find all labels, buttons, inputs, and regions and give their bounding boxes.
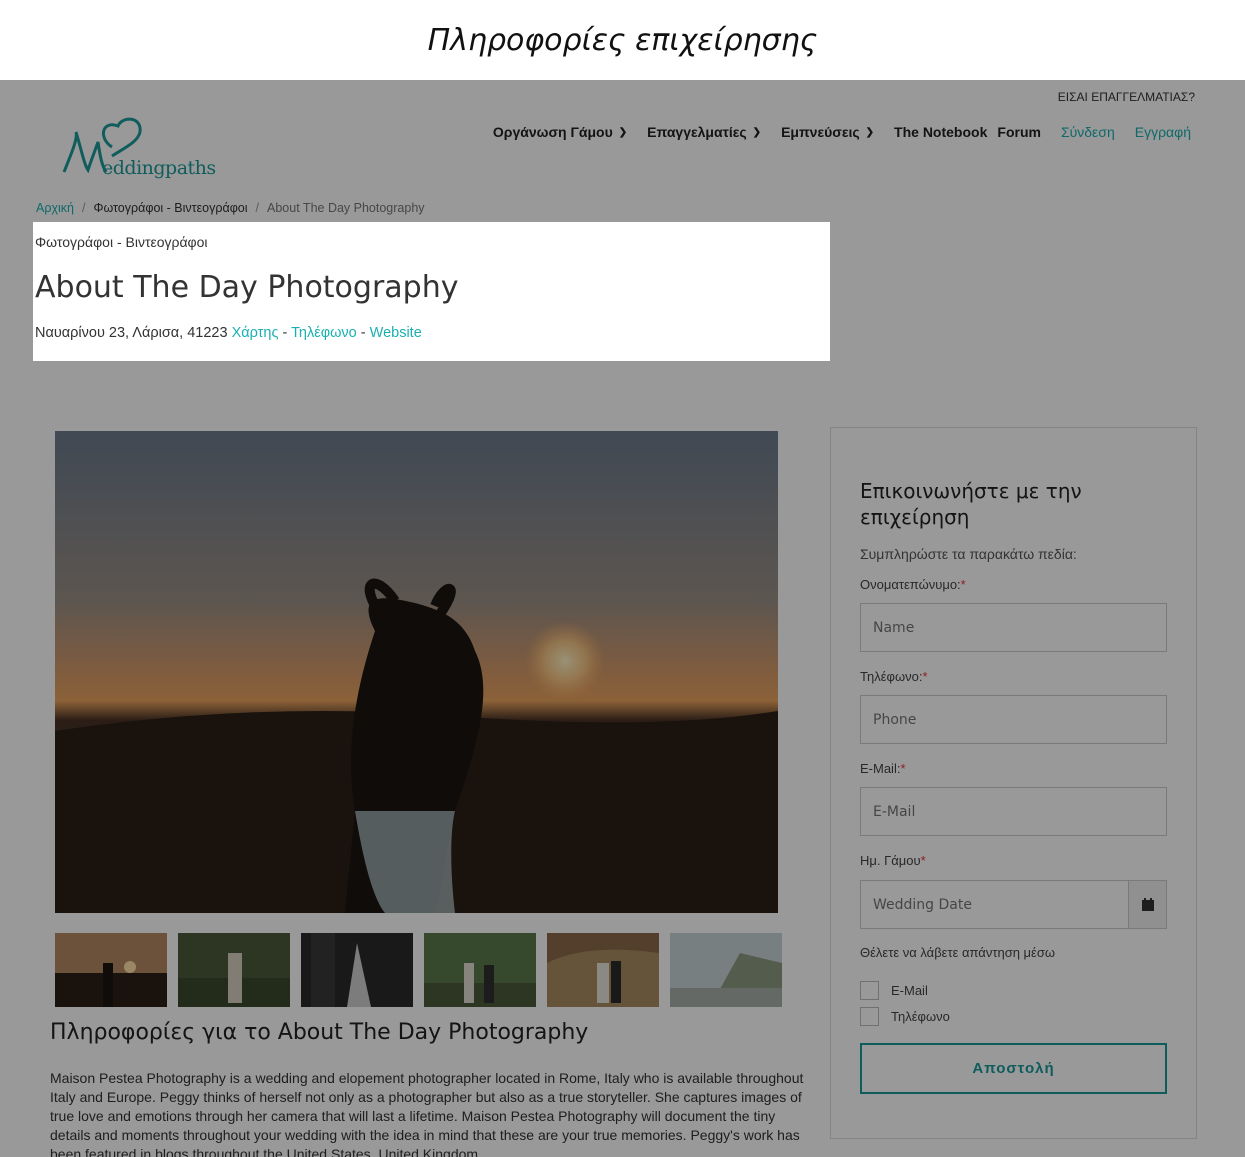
chevron-down-icon: ❯ <box>618 126 628 138</box>
business-address-line: Ναυαρίνου 23, Λάρισα, 41223 Χάρτης - Τηλ… <box>35 325 422 341</box>
form-subtitle: Συμπληρώστε τα παρακάτω πεδία: <box>860 546 1077 562</box>
checkbox-label: Τηλέφωνο <box>891 1009 950 1024</box>
sunset-bride-image <box>55 431 778 913</box>
calendar-icon <box>1141 898 1154 911</box>
thumbnail[interactable] <box>547 933 659 1007</box>
required-mark: * <box>920 853 926 868</box>
nav-label: Οργάνωση Γάμου <box>492 124 613 140</box>
breadcrumb-home[interactable]: Αρχική <box>36 201 74 215</box>
about-text: Maison Pestea Photography is a wedding a… <box>50 1070 804 1157</box>
nav-login[interactable]: Σύνδεση <box>1061 124 1115 140</box>
name-label: Ονοματεπώνυμο:* <box>860 577 966 592</box>
email-label: E-Mail:* <box>860 761 906 776</box>
nav-label: Σύνδεση <box>1060 124 1115 140</box>
main-nav: Οργάνωση Γάμου ❯ Επαγγελματίες ❯ Εμπνεύσ… <box>493 124 1191 140</box>
website: ΕΙΣΑΙ ΕΠΑΓΓΕΛΜΑΤΙΑΣ? eddingpaths Οργάνωσ… <box>0 80 1245 1157</box>
thumbnail[interactable] <box>178 933 290 1007</box>
breadcrumb-separator: / <box>255 201 260 215</box>
breadcrumb-separator: / <box>82 201 86 215</box>
about-title: Πληροφορίες για το About The Day Photogr… <box>50 1020 589 1045</box>
form-title: Επικοινωνήστε με την επιχείρηση <box>860 479 1082 529</box>
page-caption: Πληροφορίες επιχείρησης <box>0 0 1245 80</box>
thumbnail[interactable] <box>301 933 413 1007</box>
thumbnail-image <box>301 933 413 1007</box>
calendar-button[interactable] <box>1128 880 1167 929</box>
business-info-highlight: Φωτογράφοι - Βιντεογράφοι About The Day … <box>33 222 830 361</box>
name-label-text: Ονοματεπώνυμο: <box>860 577 961 592</box>
breadcrumb-category[interactable]: Φωτογράφοι - Βιντεογράφοι <box>93 201 247 215</box>
required-mark: * <box>922 669 928 684</box>
logo-text: eddingpaths <box>102 157 216 179</box>
phone-label: Τηλέφωνο:* <box>860 669 928 684</box>
date-label: Ημ. Γάμου* <box>860 853 926 868</box>
nav-inspirations[interactable]: Εμπνεύσεις ❯ <box>781 124 874 140</box>
contact-form: Επικοινωνήστε με την επιχείρηση Συμπληρώ… <box>830 427 1197 1139</box>
wedding-date-input[interactable] <box>860 880 1129 929</box>
phone-label-text: Τηλέφωνο: <box>860 669 923 684</box>
site-logo[interactable]: eddingpaths <box>62 112 216 182</box>
reply-email-option[interactable]: E-Mail <box>860 981 928 1000</box>
thumbnail[interactable] <box>670 933 782 1007</box>
business-category: Φωτογράφοι - Βιντεογράφοι <box>35 234 208 250</box>
nav-label: Επαγγελματίες <box>647 124 747 140</box>
required-mark: * <box>960 577 966 592</box>
name-input[interactable] <box>860 603 1167 652</box>
email-label-text: E-Mail: <box>860 761 901 776</box>
breadcrumb-current: About The Day Photography <box>267 201 425 215</box>
phone-checkbox[interactable] <box>860 1007 879 1026</box>
phone-link[interactable]: Τηλέφωνο <box>291 325 357 341</box>
separator: - <box>360 325 366 341</box>
nav-label: Forum <box>997 124 1041 140</box>
thumbnail-image <box>547 933 659 1007</box>
business-name: About The Day Photography <box>35 270 459 305</box>
nav-wedding-planning[interactable]: Οργάνωση Γάμου ❯ <box>493 124 627 140</box>
separator: - <box>282 325 288 341</box>
nav-label: The Notebook <box>894 124 988 140</box>
required-mark: * <box>900 761 906 776</box>
checkbox-label: E-Mail <box>891 983 928 998</box>
nav-label: Εγγραφή <box>1134 124 1191 140</box>
reply-phone-option[interactable]: Τηλέφωνο <box>860 1007 950 1026</box>
business-address: Ναυαρίνου 23, Λάρισα, 41223 <box>35 325 228 341</box>
map-link[interactable]: Χάρτης <box>232 325 279 341</box>
thumbnail[interactable] <box>55 933 167 1007</box>
thumbnail[interactable] <box>424 933 536 1007</box>
chevron-down-icon: ❯ <box>752 126 762 138</box>
thumbnail-image <box>424 933 536 1007</box>
breadcrumb: Αρχική / Φωτογράφοι - Βιντεογράφοι / Abo… <box>36 201 425 215</box>
nav-register[interactable]: Εγγραφή <box>1135 124 1191 140</box>
main-photo[interactable] <box>55 431 778 913</box>
thumbnail-image <box>55 933 167 1007</box>
nav-forum[interactable]: Forum <box>997 124 1041 140</box>
email-input[interactable] <box>860 787 1167 836</box>
nav-professionals[interactable]: Επαγγελματίες ❯ <box>647 124 761 140</box>
nav-notebook[interactable]: The Notebook <box>894 124 987 140</box>
nav-label: Εμπνεύσεις <box>781 124 860 140</box>
thumbnail-image <box>178 933 290 1007</box>
chevron-down-icon: ❯ <box>865 126 875 138</box>
reply-label: Θέλετε να λάβετε απάντηση μέσω <box>860 945 1056 960</box>
email-checkbox[interactable] <box>860 981 879 1000</box>
phone-input[interactable] <box>860 695 1167 744</box>
submit-button[interactable]: Αποστολή <box>860 1043 1167 1094</box>
professional-link[interactable]: ΕΙΣΑΙ ΕΠΑΓΓΕΛΜΑΤΙΑΣ? <box>1058 90 1195 104</box>
date-label-text: Ημ. Γάμου <box>860 853 921 868</box>
thumbnail-image <box>670 933 782 1007</box>
website-link[interactable]: Website <box>370 325 422 341</box>
photo-thumbnails <box>55 933 782 1007</box>
